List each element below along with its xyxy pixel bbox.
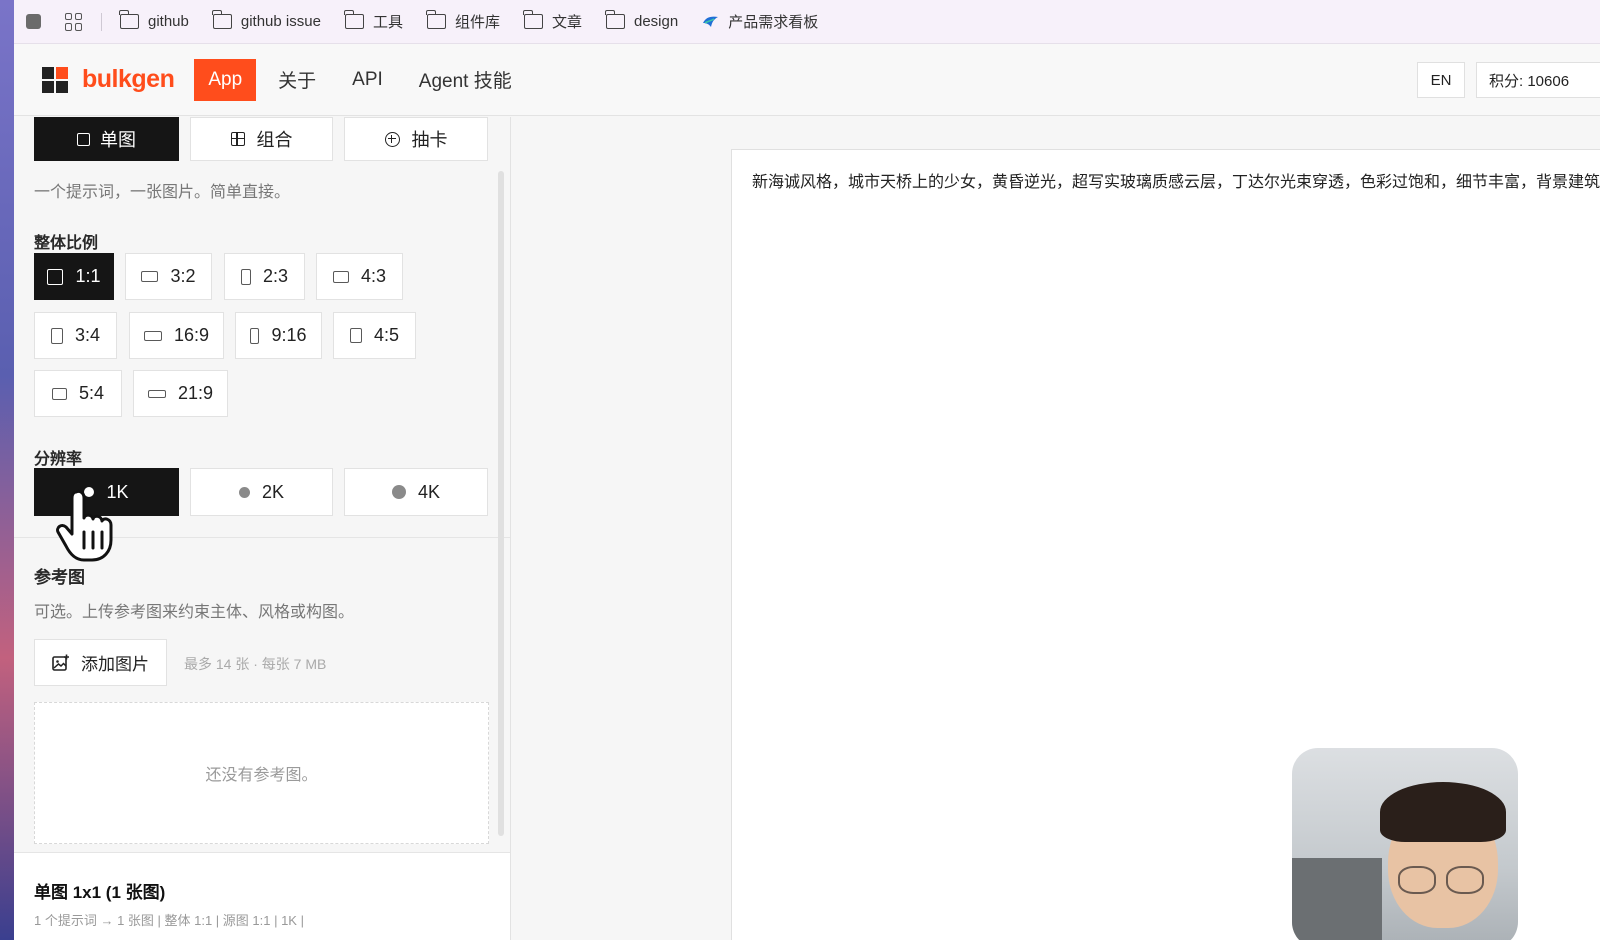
resolution-label: 分辨率 [34,451,83,468]
folder-icon [212,10,232,29]
grid-icon [230,132,245,146]
bookmark-articles[interactable]: 文章 [523,10,582,32]
ratio-portrait-icon [50,327,63,344]
logo-icon [42,66,68,93]
bookmark-design[interactable]: design [605,10,678,30]
prompt-text: 新海诚风格，城市天桥上的少女，黄昏逆光，超写实玻璃质感云层，丁达尔光束穿透，色彩… [752,174,1600,191]
nav-api[interactable]: API [338,59,397,101]
folder-icon [523,10,543,29]
ratio-21-9[interactable]: 21:9 [133,370,228,417]
app-header: bulkgen App 关于 API Agent 技能 EN 积分: 10606 [14,44,1600,116]
generation-summary: 单图 1x1 (1 张图) 1 个提示词 → 1 张图 | 整体 1:1 | 源… [14,852,510,940]
bookmark-github[interactable]: github [119,10,189,30]
points-badge[interactable]: 积分: 10606 [1476,62,1600,98]
tab-gacha[interactable]: 抽卡 [344,117,488,161]
folder-icon [605,10,625,29]
tab-single[interactable]: 单图 [34,117,179,161]
reference-description: 可选。上传参考图来约束主体、风格或构图。 [34,604,355,621]
dot-icon [238,486,250,498]
nav-app[interactable]: App [194,58,257,101]
ratio-square-icon [47,268,64,285]
upload-limit: 最多 14 张 · 每张 7 MB [184,656,327,672]
ratio-landscape-icon [332,270,349,283]
bookmark-components[interactable]: 组件库 [426,10,500,32]
resolution-2k[interactable]: 2K [190,468,333,516]
add-image-button[interactable]: 添加图片 [34,639,167,686]
ratio-3-4[interactable]: 3:4 [34,312,117,359]
tab-combo[interactable]: 组合 [190,117,333,161]
sidebar-toggle-icon[interactable] [26,14,41,29]
bookmark-product-board[interactable]: 产品需求看板 [702,11,818,32]
bookmarks-divider [101,12,102,31]
image-add-icon [52,654,69,671]
browser-window: github github issue 工具 组件库 文章 design 产品需… [14,0,1600,940]
ratio-portrait-icon [240,268,251,285]
ratio-5-4[interactable]: 5:4 [34,370,122,417]
ratio-4-3[interactable]: 4:3 [316,253,403,300]
hand-cursor-icon [56,489,113,562]
summary-detail: 1 个提示词 → 1 张图 | 整体 1:1 | 源图 1:1 | 1K | [34,913,304,928]
webcam-overlay [1292,748,1518,940]
square-icon [77,132,90,146]
logo-text[interactable]: bulkgen [82,65,175,94]
language-button[interactable]: EN [1417,62,1465,98]
apps-grid-icon[interactable] [65,12,83,31]
folder-icon [119,10,139,29]
folder-icon [426,10,446,29]
plus-circle-icon [384,131,400,147]
ratio-label: 整体比例 [34,235,99,252]
ratio-2-3[interactable]: 2:3 [224,253,305,300]
ratio-landscape-icon [51,387,67,400]
bookmarks-bar: github github issue 工具 组件库 文章 design 产品需… [14,0,1600,44]
ratio-ultrawide-icon [147,389,166,398]
folder-icon [344,10,364,29]
ratio-9-16[interactable]: 9:16 [235,312,322,359]
resolution-4k[interactable]: 4K [344,468,488,516]
mode-description: 一个提示词，一张图片。简单直接。 [34,184,291,201]
bookmark-tools[interactable]: 工具 [344,10,403,32]
ratio-3-2[interactable]: 3:2 [125,253,212,300]
ratio-tall-icon [250,327,260,344]
reference-dropzone[interactable]: 还没有参考图。 [34,702,489,844]
reference-label: 参考图 [34,568,85,587]
nav-about[interactable]: 关于 [264,56,330,103]
ratio-16-9[interactable]: 16:9 [129,312,224,359]
bookmark-github-issue[interactable]: github issue [212,10,321,30]
bird-icon [703,16,719,27]
ratio-landscape-icon [141,271,159,282]
ratio-wide-icon [143,330,162,341]
ratio-1-1[interactable]: 1:1 [34,253,114,300]
ratio-portrait-icon [349,328,362,343]
summary-title: 单图 1x1 (1 张图) [34,883,166,902]
panel-scrollbar[interactable] [498,171,504,836]
dot-icon [391,485,406,499]
nav-agent-skills[interactable]: Agent 技能 [405,56,526,103]
ratio-4-5[interactable]: 4:5 [333,312,416,359]
dropzone-empty-text: 还没有参考图。 [205,767,318,784]
desktop-background [0,0,14,940]
